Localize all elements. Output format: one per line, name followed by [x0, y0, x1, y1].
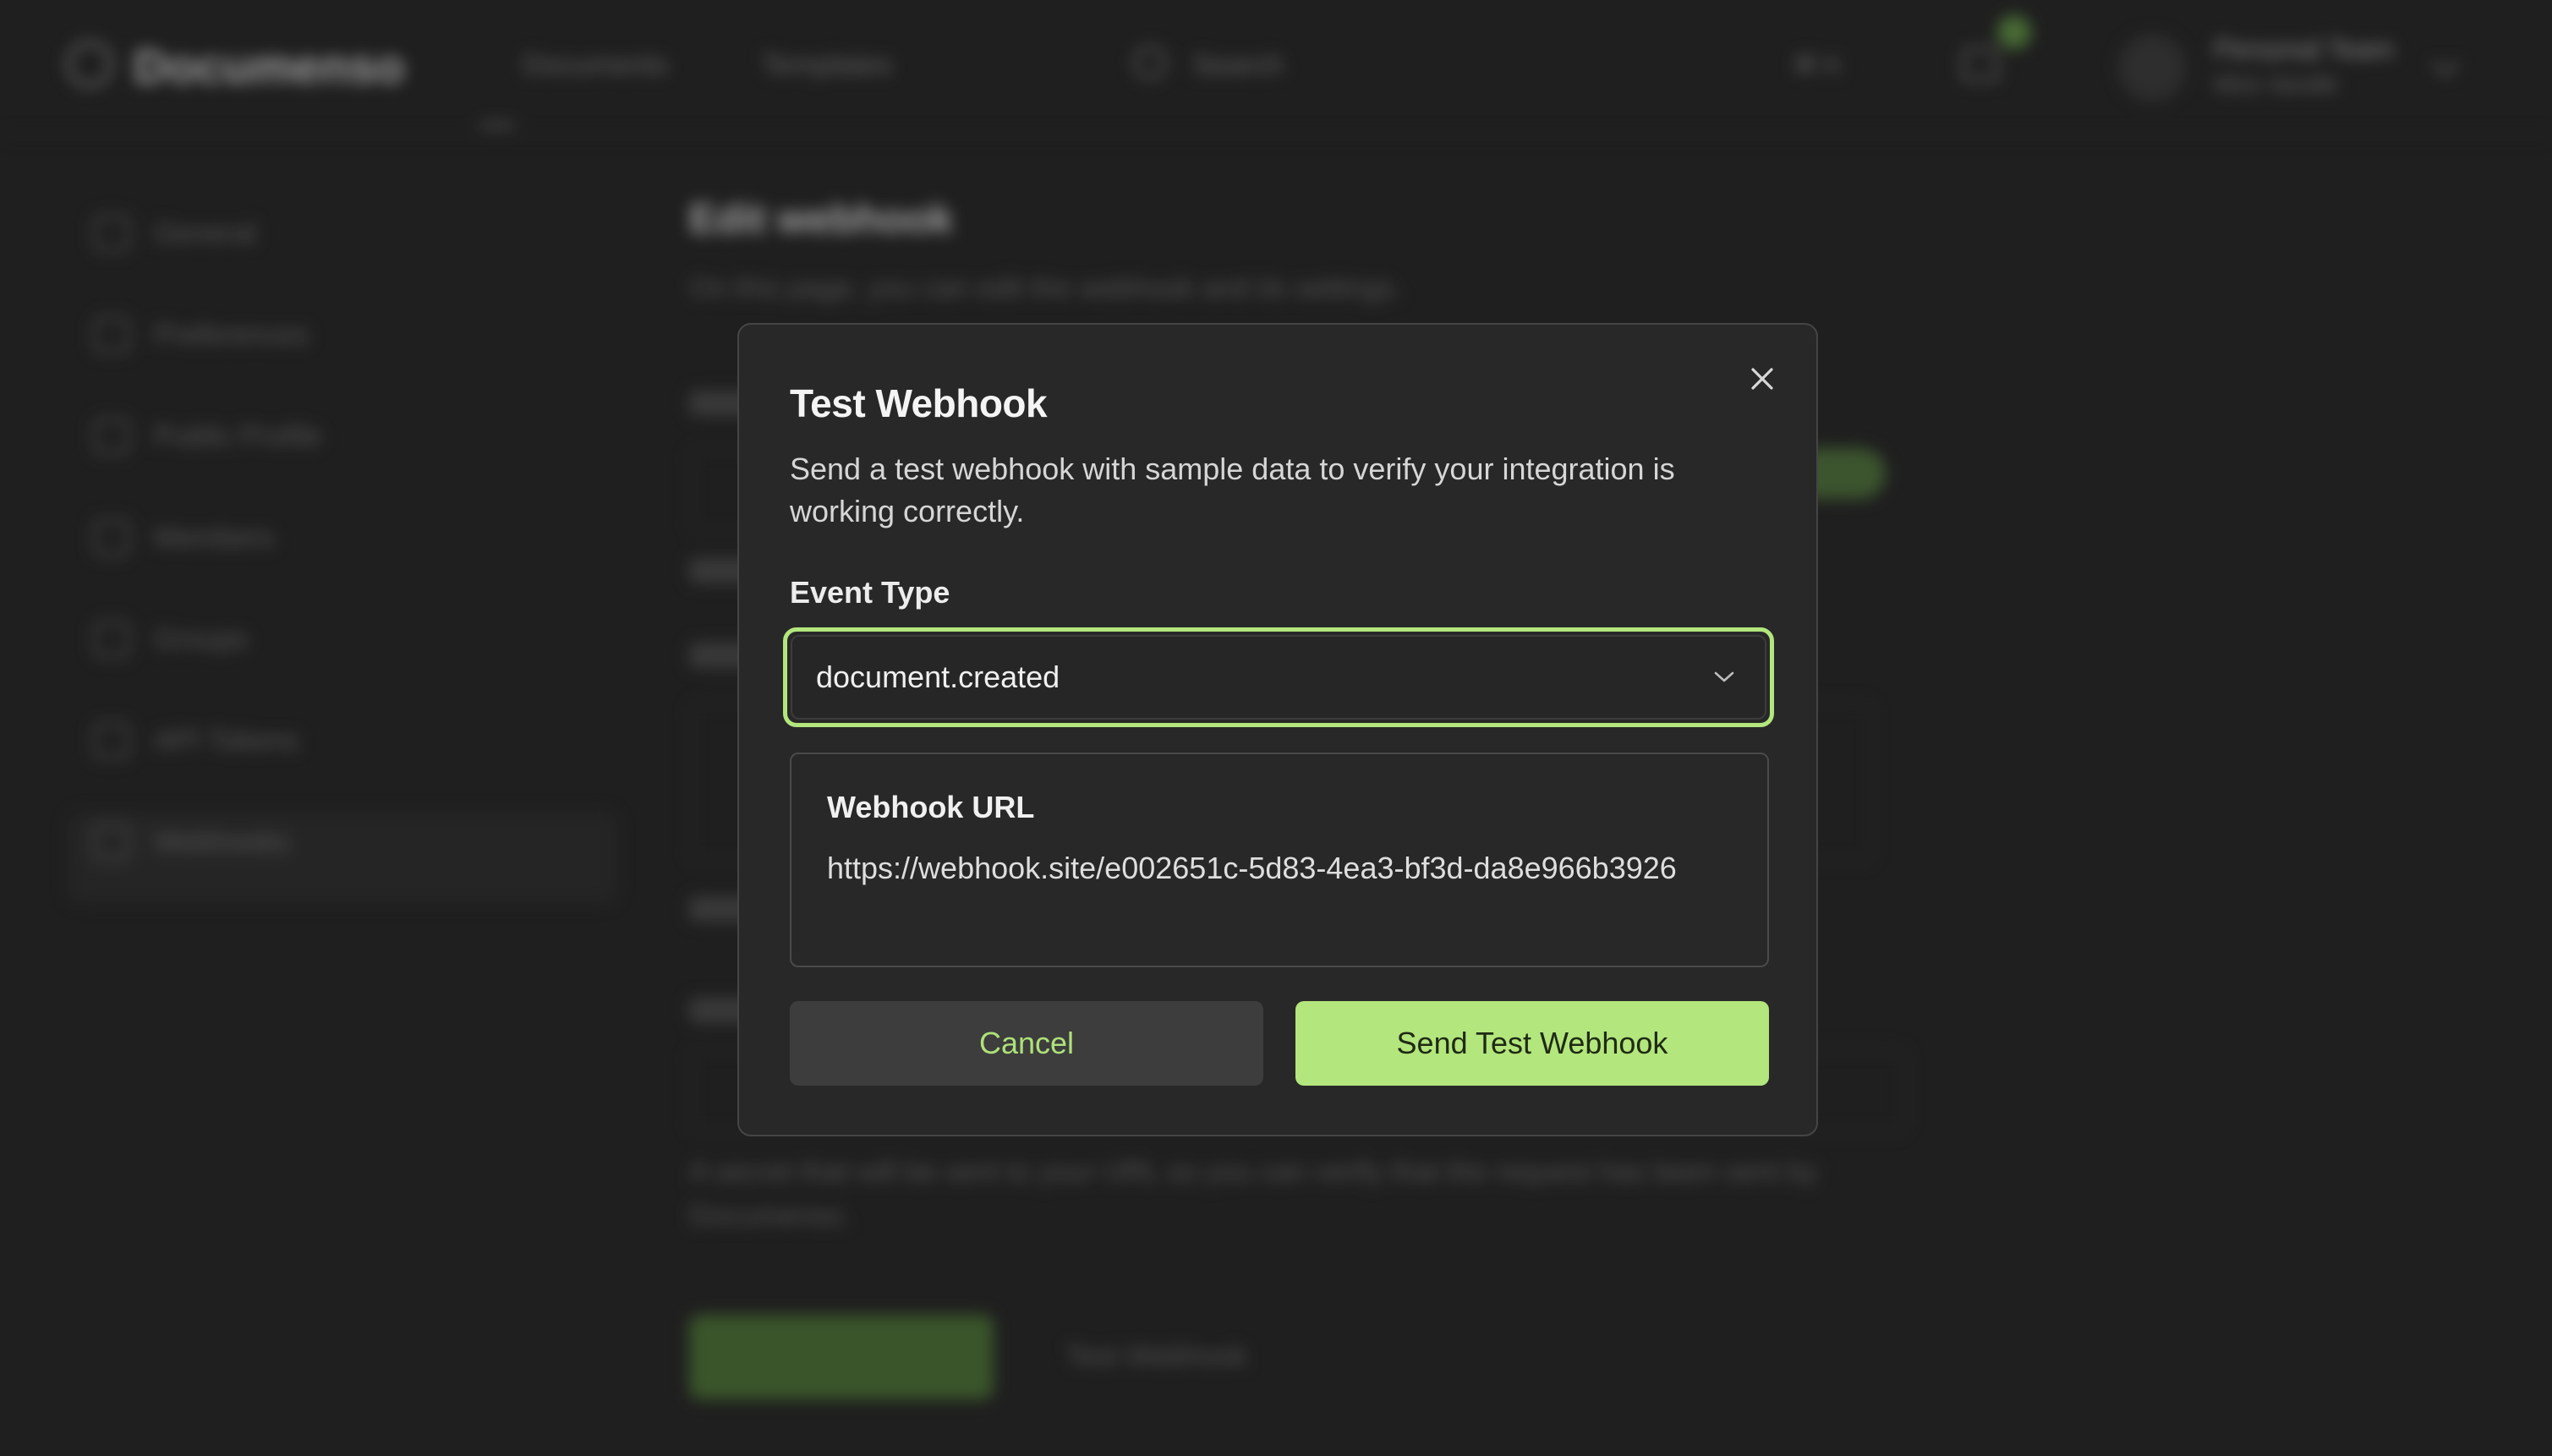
event-type-select[interactable]: document.created	[783, 627, 1774, 727]
event-type-select-trigger[interactable]: document.created	[791, 635, 1766, 720]
send-test-webhook-button[interactable]: Send Test Webhook	[1295, 1001, 1769, 1086]
close-icon	[1751, 368, 1773, 390]
webhook-url-label: Webhook URL	[827, 790, 1035, 824]
event-type-value: document.created	[816, 660, 1060, 694]
dialog-title: Test Webhook	[790, 381, 1048, 425]
cancel-button[interactable]: Cancel	[790, 1001, 1263, 1086]
close-button[interactable]	[1740, 357, 1784, 401]
webhook-url-value: https://webhook.site/e002651c-5d83-4ea3-…	[827, 851, 1677, 885]
event-type-label: Event Type	[790, 575, 950, 610]
dialog-description: Send a test webhook with sample data to …	[790, 452, 1675, 528]
webhook-url-card: Webhook URL https://webhook.site/e002651…	[790, 753, 1769, 967]
test-webhook-dialog: Test Webhook Send a test webhook with sa…	[737, 323, 1818, 1136]
chevron-down-icon	[1707, 660, 1741, 694]
